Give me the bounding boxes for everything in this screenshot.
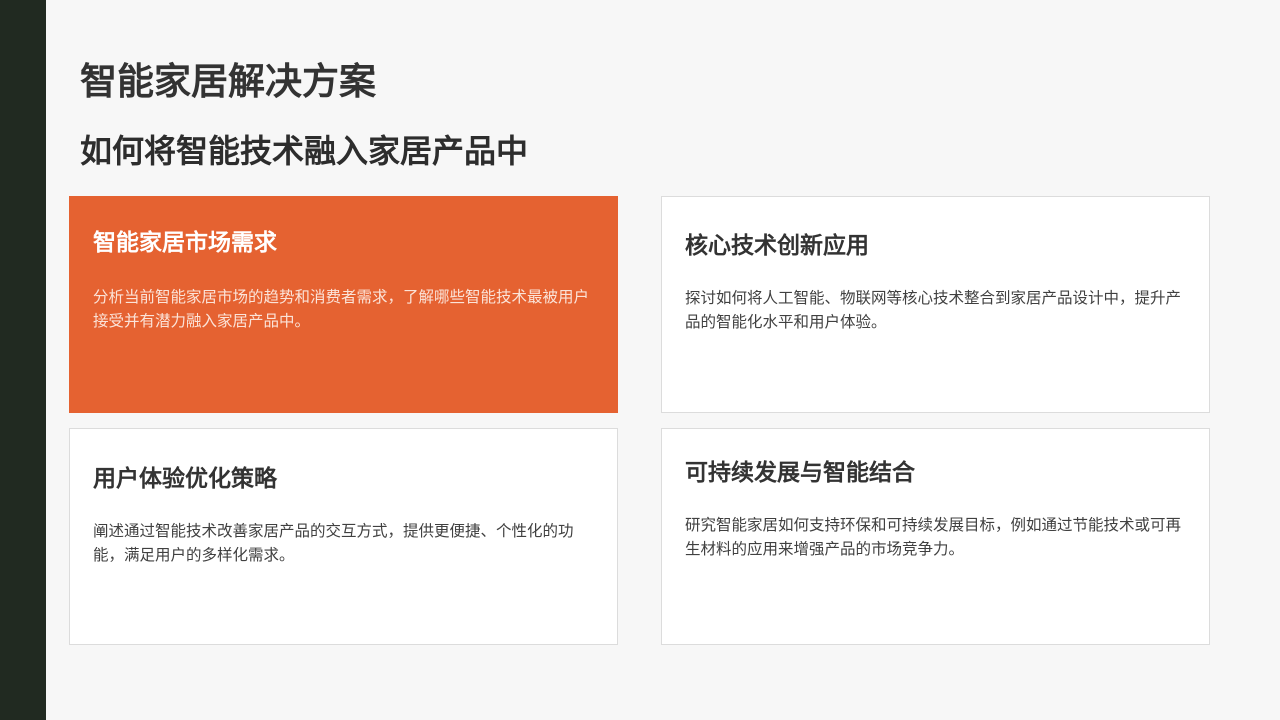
card-user-experience: 用户体验优化策略 阐述通过智能技术改善家居产品的交互方式，提供更便捷、个性化的功… — [69, 428, 618, 645]
card-market-demand: 智能家居市场需求 分析当前智能家居市场的趋势和消费者需求，了解哪些智能技术最被用… — [69, 196, 618, 413]
card-title: 核心技术创新应用 — [685, 233, 869, 259]
card-sustainability: 可持续发展与智能结合 研究智能家居如何支持环保和可持续发展目标，例如通过节能技术… — [661, 428, 1210, 645]
card-body: 研究智能家居如何支持环保和可持续发展目标，例如通过节能技术或可再生材料的应用来增… — [685, 516, 1182, 558]
card-title: 可持续发展与智能结合 — [685, 460, 915, 486]
card-body: 探讨如何将人工智能、物联网等核心技术整合到家居产品设计中，提升产品的智能化水平和… — [685, 289, 1182, 331]
left-accent-bar — [0, 0, 46, 720]
card-title: 智能家居市场需求 — [93, 230, 277, 256]
card-title: 用户体验优化策略 — [93, 466, 277, 492]
page-title: 智能家居解决方案 — [80, 60, 376, 103]
page-subtitle: 如何将智能技术融入家居产品中 — [80, 132, 529, 170]
card-body: 分析当前智能家居市场的趋势和消费者需求，了解哪些智能技术最被用户接受并有潜力融入… — [93, 288, 590, 330]
card-core-tech: 核心技术创新应用 探讨如何将人工智能、物联网等核心技术整合到家居产品设计中，提升… — [661, 196, 1210, 413]
card-body: 阐述通过智能技术改善家居产品的交互方式，提供更便捷、个性化的功能，满足用户的多样… — [93, 522, 574, 564]
